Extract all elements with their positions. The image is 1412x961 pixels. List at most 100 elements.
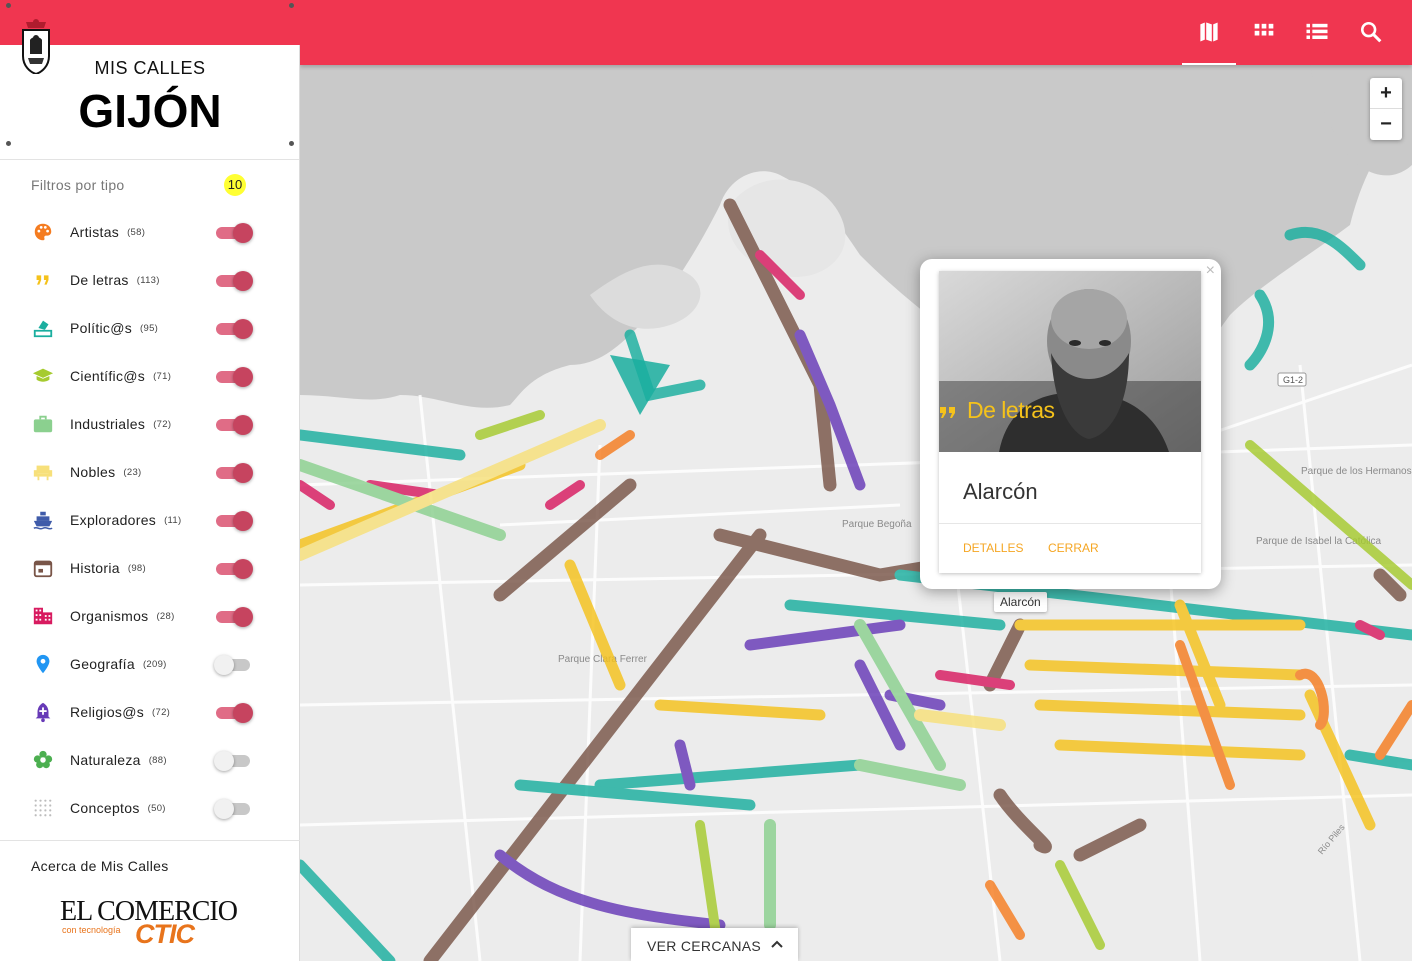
zoom-out-button[interactable]: − (1370, 109, 1402, 140)
filter-row-conceptos[interactable]: Conceptos (50) (0, 784, 300, 832)
corner-handle (6, 141, 11, 146)
map-icon (1198, 20, 1220, 44)
filter-count: (58) (127, 227, 146, 238)
filter-toggle-religios-s[interactable] (214, 702, 254, 723)
filter-toggle-naturaleza[interactable] (214, 750, 254, 771)
filter-name: Historia (70, 560, 120, 576)
grid-icon (1254, 23, 1274, 36)
filter-count: (71) (153, 371, 172, 382)
details-button[interactable]: DETALLES (963, 541, 1023, 555)
filter-name: Polític@s (70, 320, 133, 336)
filter-row-geografia[interactable]: Geografía (209) (0, 640, 300, 688)
filter-row-religios-s[interactable]: Religios@s (72) (0, 688, 300, 736)
filter-name: Científic@s (70, 368, 146, 384)
toggle-knob (233, 559, 253, 579)
filter-label: Conceptos (50) (70, 800, 166, 816)
logo-subtitle: con tecnología (62, 925, 121, 935)
filter-toggle-cientific-s[interactable] (214, 366, 254, 387)
zoom-in-button[interactable]: + (1370, 78, 1402, 109)
toggle-knob (233, 367, 253, 387)
filters-header: Filtros por tipo 10 (0, 160, 299, 208)
app-root: Parque de los Hermanos Castro Parque de … (0, 0, 1412, 961)
filter-row-nobles[interactable]: Nobles (23) (0, 448, 300, 496)
filter-count: (28) (156, 611, 175, 622)
brand-title: GIJÓN (78, 85, 222, 137)
filter-row-cientific-s[interactable]: Científic@s (71) (0, 352, 300, 400)
throne-icon (32, 461, 54, 483)
map-view-button[interactable] (1195, 18, 1223, 46)
filter-toggle-geografia[interactable] (214, 654, 254, 675)
list-icon (1306, 23, 1328, 39)
filter-toggle-artistas[interactable] (214, 222, 254, 243)
street-card: De letras Alarcón DETALLES CERRAR (939, 271, 1201, 573)
corner-handle (6, 3, 11, 8)
zoom-control: + − (1370, 78, 1402, 140)
street-tooltip: Alarcón (994, 592, 1047, 612)
nearby-panel-toggle[interactable]: VER CERCANAS (631, 928, 798, 961)
about-section: Acerca de Mis Calles EL COMERCIO con tec… (0, 840, 300, 961)
filter-label: Exploradores (11) (70, 512, 181, 528)
filter-count: (50) (147, 803, 166, 814)
filter-label: Nobles (23) (70, 464, 142, 480)
filter-row-exploradores[interactable]: Exploradores (11) (0, 496, 300, 544)
filter-row-historia[interactable]: Historia (98) (0, 544, 300, 592)
brand-subtitle: MIS CALLES (94, 58, 206, 78)
filter-row-artistas[interactable]: Artistas (58) (0, 208, 300, 256)
filter-row-de-letras[interactable]: De letras (113) (0, 256, 300, 304)
filter-toggle-de-letras[interactable] (214, 270, 254, 291)
toggle-knob (214, 799, 234, 819)
filter-label: Historia (98) (70, 560, 146, 576)
active-tab-indicator (1182, 63, 1236, 65)
street-map[interactable]: Parque de los Hermanos Castro Parque de … (294, 65, 1412, 961)
corner-handle (289, 141, 294, 146)
filter-toggle-conceptos[interactable] (214, 798, 254, 819)
ballot-icon (32, 317, 54, 339)
palette-icon (32, 221, 54, 243)
church-bell-icon (32, 701, 54, 723)
filter-row-industriales[interactable]: Industriales (72) (0, 400, 300, 448)
filter-name: Religios@s (70, 704, 145, 720)
filter-row-politic-s[interactable]: Polític@s (95) (0, 304, 300, 352)
briefcase-icon (32, 413, 54, 435)
popup-close-icon[interactable]: × (1206, 262, 1215, 280)
filter-label: Polític@s (95) (70, 320, 158, 336)
filter-count: (95) (140, 323, 159, 334)
filter-name: Artistas (70, 224, 120, 240)
svg-text:G1-2: G1-2 (1283, 375, 1303, 385)
filter-toggle-exploradores[interactable] (214, 510, 254, 531)
toggle-knob (233, 703, 253, 723)
filters-title: Filtros por tipo (31, 177, 125, 193)
filter-name: Industriales (70, 416, 146, 432)
flower-icon (32, 749, 54, 771)
filter-count: (72) (152, 707, 171, 718)
close-button[interactable]: CERRAR (1048, 541, 1099, 555)
filter-count: (113) (136, 275, 160, 286)
toggle-knob (233, 223, 253, 243)
filter-name: Conceptos (70, 800, 140, 816)
map-canvas[interactable]: Parque de los Hermanos Castro Parque de … (294, 65, 1412, 961)
toggle-knob (214, 655, 234, 675)
building-icon (32, 605, 54, 627)
filter-label: Naturaleza (88) (70, 752, 167, 768)
filter-toggle-historia[interactable] (214, 558, 254, 579)
toggle-knob (233, 271, 253, 291)
grid-view-button[interactable] (1250, 18, 1278, 46)
ctic-logo[interactable]: CTIC (135, 919, 195, 950)
filter-name: Naturaleza (70, 752, 141, 768)
about-link[interactable]: Acerca de Mis Calles (31, 858, 169, 874)
filter-label: De letras (113) (70, 272, 160, 288)
list-view-button[interactable] (1303, 18, 1331, 46)
filter-row-organismos[interactable]: Organismos (28) (0, 592, 300, 640)
filter-toggle-nobles[interactable] (214, 462, 254, 483)
park-label-begona: Parque Begoña (842, 519, 912, 530)
filter-toggle-organismos[interactable] (214, 606, 254, 627)
filter-toggle-politic-s[interactable] (214, 318, 254, 339)
filter-count: (209) (142, 659, 167, 670)
sidebar: MIS CALLES GIJÓN Filtros por tipo 10 Art… (0, 0, 300, 961)
filter-toggle-industriales[interactable] (214, 414, 254, 435)
active-filters-badge: 10 (224, 174, 246, 196)
filter-row-naturaleza[interactable]: Naturaleza (88) (0, 736, 300, 784)
filter-count: (98) (127, 563, 146, 574)
search-button[interactable] (1357, 18, 1385, 46)
portrait-image: De letras (939, 271, 1201, 452)
